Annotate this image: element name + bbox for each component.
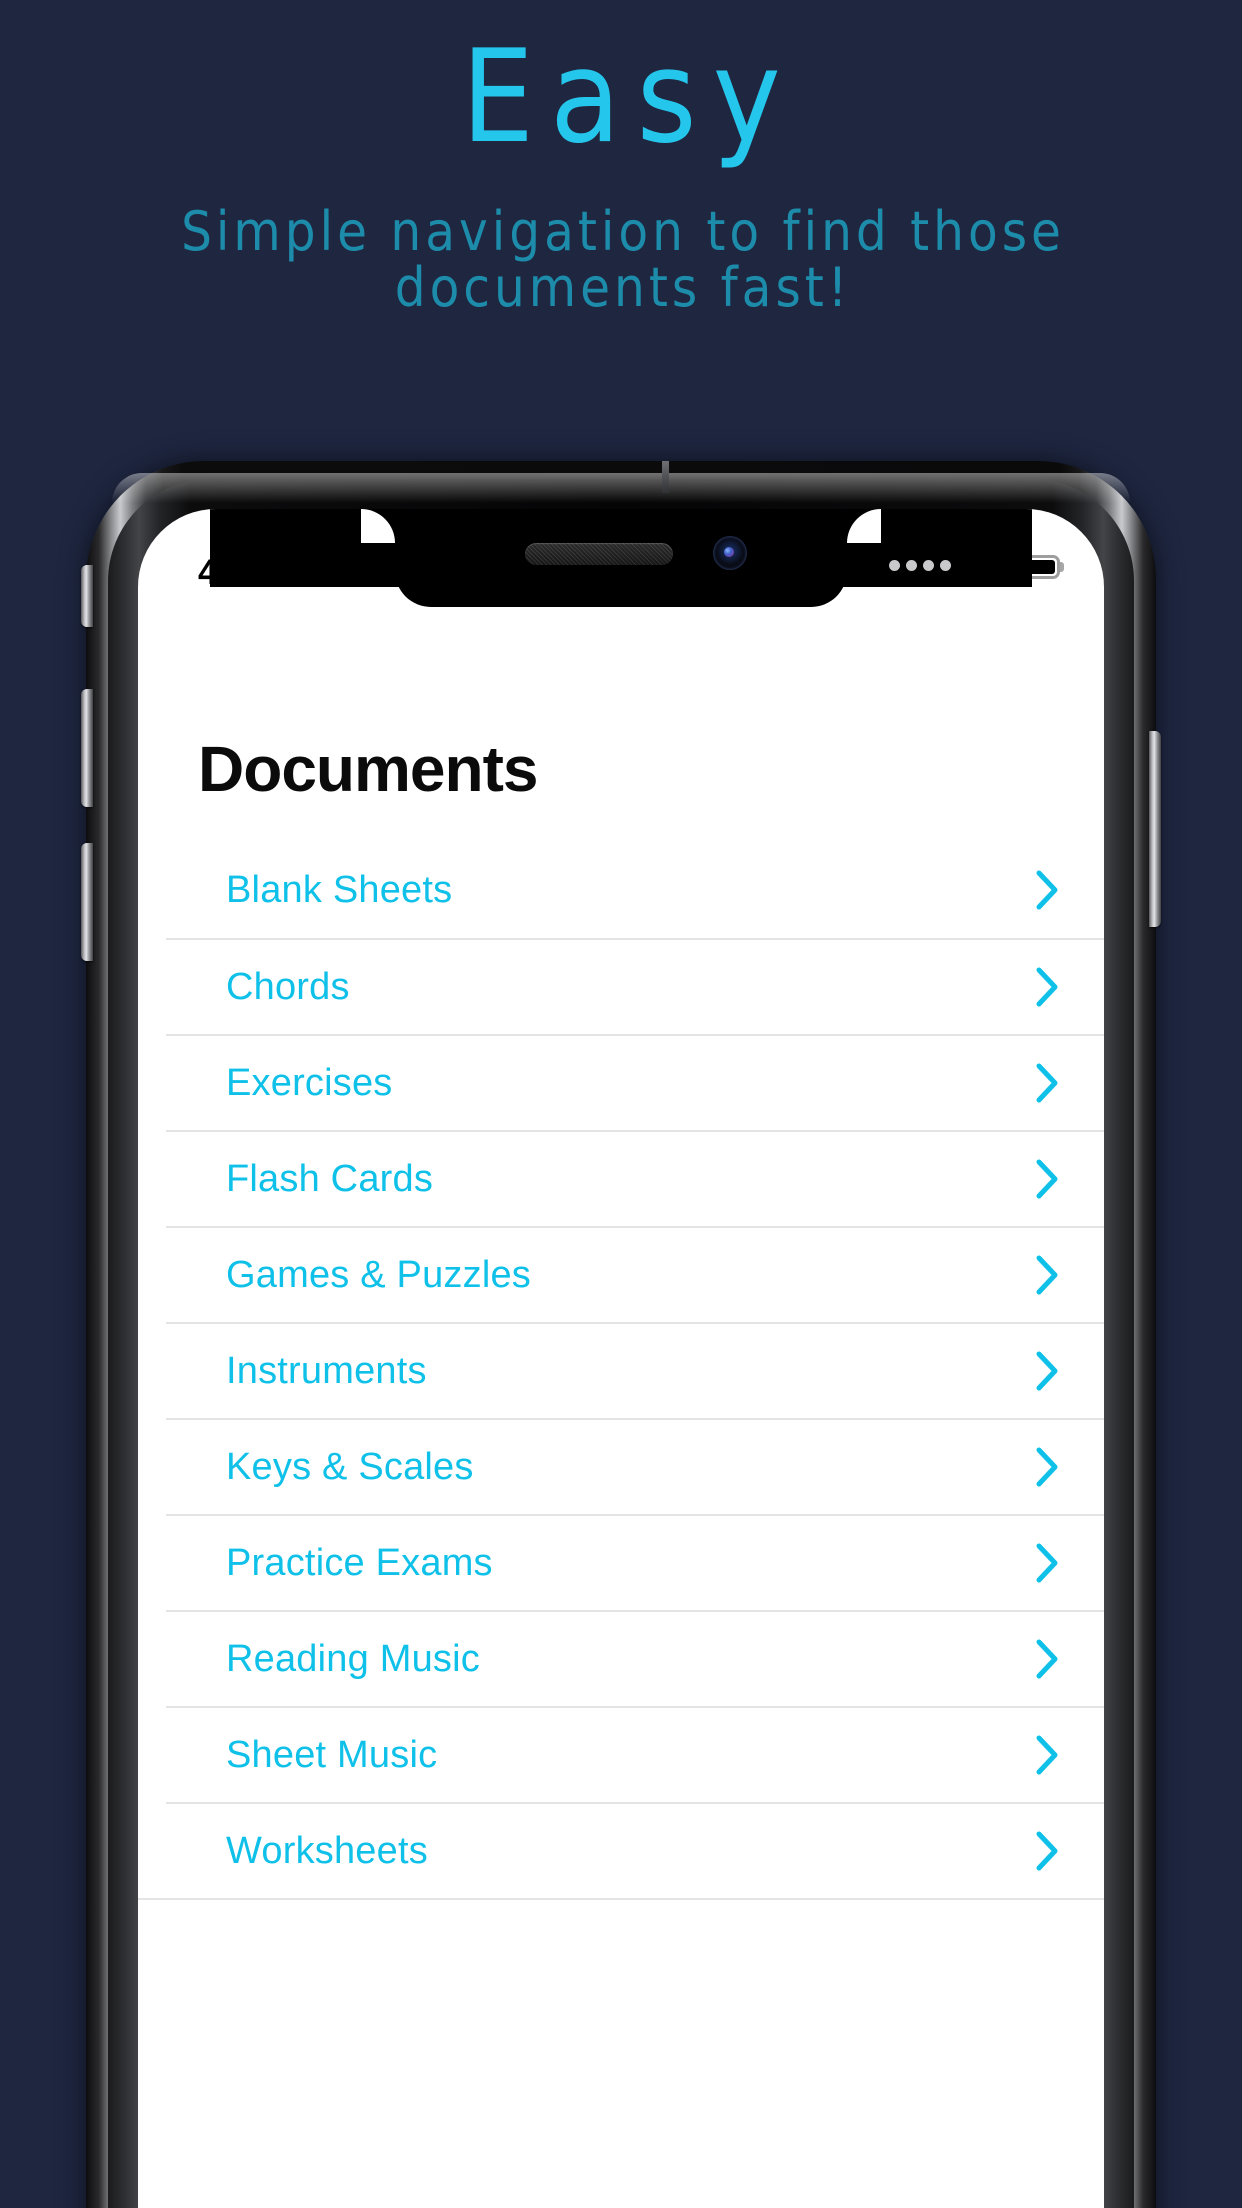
chevron-right-icon xyxy=(1036,1351,1058,1391)
status-bar: 4:56 xyxy=(138,509,1104,607)
list-item-label: Games & Puzzles xyxy=(226,1253,531,1296)
chevron-right-icon xyxy=(1036,1831,1058,1871)
volume-up-button[interactable] xyxy=(81,689,93,807)
list-item[interactable]: Practice Exams xyxy=(166,1514,1104,1610)
chevron-right-icon xyxy=(1036,1639,1058,1679)
phone-mockup: 4:56 Documents Blank Sheets Chords Exercis… xyxy=(81,461,1161,2208)
list-item[interactable]: Blank Sheets xyxy=(166,842,1104,938)
list-item[interactable]: Games & Puzzles xyxy=(166,1226,1104,1322)
list-item[interactable]: Exercises xyxy=(166,1034,1104,1130)
promo-title: Easy xyxy=(461,23,797,172)
list-item-label: Blank Sheets xyxy=(226,868,453,911)
status-bar-indicators xyxy=(889,553,1060,580)
list-item-label: Exercises xyxy=(226,1061,393,1104)
volume-down-button[interactable] xyxy=(81,843,93,961)
promo-subtitle-line-2: documents fast! xyxy=(394,256,852,320)
chevron-right-icon xyxy=(1036,1159,1058,1199)
promo-subtitle: Simple navigation to find those document… xyxy=(0,162,1242,316)
wifi-icon xyxy=(965,556,999,580)
chevron-right-icon xyxy=(1036,1447,1058,1487)
list-item-label: Reading Music xyxy=(226,1637,480,1680)
list-item[interactable]: Keys & Scales xyxy=(166,1418,1104,1514)
chevron-right-icon xyxy=(1036,967,1058,1007)
list-item-label: Chords xyxy=(226,965,350,1008)
status-bar-clock: 4:56 xyxy=(198,553,267,592)
cellular-dots-icon xyxy=(889,560,951,573)
list-item[interactable]: Reading Music xyxy=(166,1610,1104,1706)
chevron-right-icon xyxy=(1036,1063,1058,1103)
list-item-label: Instruments xyxy=(226,1349,427,1392)
antenna-band xyxy=(662,461,669,493)
chevron-right-icon xyxy=(1036,1255,1058,1295)
list-item[interactable]: Flash Cards xyxy=(166,1130,1104,1226)
battery-full-icon xyxy=(1013,554,1060,579)
list-item-label: Sheet Music xyxy=(226,1733,438,1776)
power-button[interactable] xyxy=(1149,731,1161,927)
list-item-label: Worksheets xyxy=(226,1829,428,1872)
list-item-label: Keys & Scales xyxy=(226,1445,474,1488)
page-title: Documents xyxy=(198,733,539,805)
documents-list: Blank Sheets Chords Exercises Flash Cards Ga… xyxy=(138,842,1104,1900)
phone-screen: 4:56 Documents Blank Sheets Chords Exercis… xyxy=(138,509,1104,2208)
list-item-label: Practice Exams xyxy=(226,1541,493,1584)
chevron-right-icon xyxy=(1036,1543,1058,1583)
list-item[interactable]: Worksheets xyxy=(166,1802,1104,1898)
list-item[interactable]: Sheet Music xyxy=(166,1706,1104,1802)
app-content: Documents Blank Sheets Chords Exercises Fla… xyxy=(138,607,1104,2208)
list-item[interactable]: Chords xyxy=(166,938,1104,1034)
list-item[interactable]: Instruments xyxy=(166,1322,1104,1418)
promo-header: Easy Simple navigation to find those doc… xyxy=(0,0,1242,316)
list-item-label: Flash Cards xyxy=(226,1157,434,1200)
chevron-right-icon xyxy=(1036,1735,1058,1775)
chevron-right-icon xyxy=(1036,870,1058,910)
promo-subtitle-line-1: Simple navigation to find those xyxy=(181,200,1065,263)
mute-switch-button[interactable] xyxy=(81,565,93,627)
